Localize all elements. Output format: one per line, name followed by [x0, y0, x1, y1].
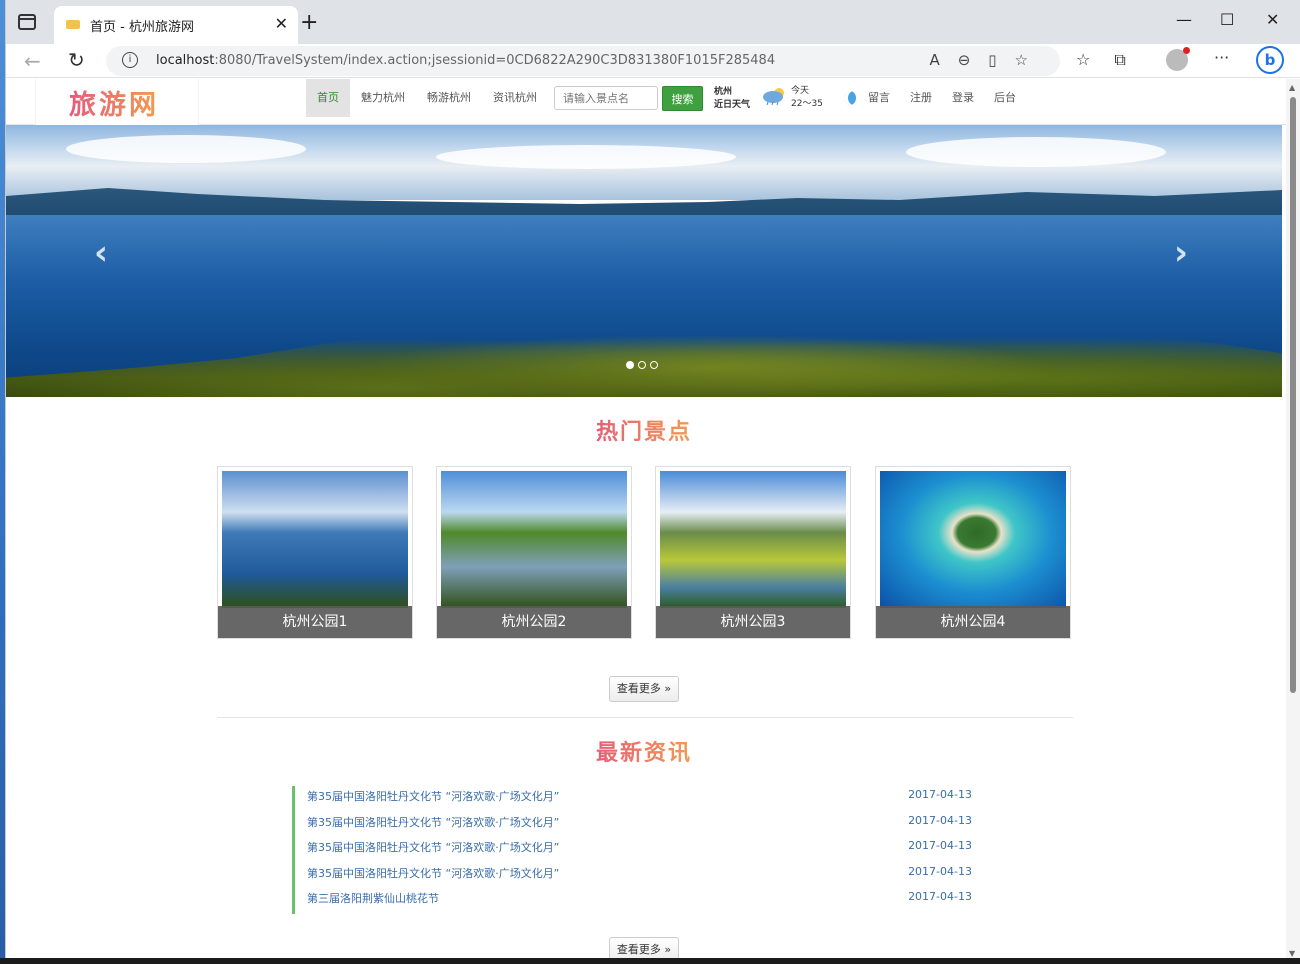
- hero-cloud: [436, 145, 736, 169]
- hero-cloud: [66, 135, 306, 163]
- news-item[interactable]: 第35届中国洛阳牡丹文化节 “河洛欢歌·广场文化月” 2017-04-13: [292, 786, 972, 812]
- hot-spots-title: 热门景点: [6, 414, 1282, 446]
- nav-item-register[interactable]: 注册: [900, 79, 942, 117]
- close-window-button[interactable]: ✕: [1266, 10, 1279, 29]
- nav-item-tour[interactable]: 畅游杭州: [416, 79, 482, 117]
- site-header: 旅游网 首页 魅力杭州 畅游杭州 资讯杭州 搜索 杭州近日天气 今天22～35 …: [6, 79, 1286, 125]
- carousel-prev-icon[interactable]: ‹: [94, 233, 108, 273]
- browser-window: 首页 - 杭州旅游网 ✕ + — ☐ ✕ ← ↻ i localhost:808…: [6, 0, 1300, 962]
- weather-cloud-icon: [763, 88, 784, 105]
- spot-image: [880, 471, 1066, 608]
- weather-city: 杭州 近日天气: [714, 87, 751, 110]
- spot-caption: 杭州公园2: [437, 606, 631, 638]
- nav-item-login[interactable]: 登录: [942, 79, 984, 117]
- news-title-link[interactable]: 第35届中国洛阳牡丹文化节 “河洛欢歌·广场文化月”: [307, 839, 559, 855]
- search-button[interactable]: 搜索: [662, 86, 703, 111]
- search-input[interactable]: [554, 86, 658, 110]
- main-nav: 首页 魅力杭州 畅游杭州 资讯杭州: [306, 79, 548, 117]
- bing-copilot-button[interactable]: b: [1256, 46, 1284, 74]
- news-title-link[interactable]: 第35届中国洛阳牡丹文化节 “河洛欢歌·广场文化月”: [307, 788, 559, 804]
- add-favorite-icon: ☆: [1014, 51, 1046, 69]
- minimize-button[interactable]: —: [1176, 10, 1192, 29]
- spot-card[interactable]: 杭州公园3: [655, 466, 851, 639]
- spot-card[interactable]: 杭州公园1: [217, 466, 413, 639]
- hero-cloud: [906, 137, 1166, 167]
- moon-icon: [844, 91, 856, 105]
- zoom-out-icon: ⊖: [957, 51, 989, 69]
- favicon-icon: [66, 20, 80, 29]
- more-menu-button[interactable]: ···: [1214, 48, 1229, 67]
- weather-today: 今天 22～35: [791, 86, 823, 109]
- section-divider: [217, 717, 1073, 718]
- hot-more-button[interactable]: 查看更多 »: [609, 676, 679, 702]
- back-button[interactable]: ←: [24, 49, 41, 73]
- spot-caption: 杭州公园3: [656, 606, 850, 638]
- news-title-link[interactable]: 第三届洛阳荆紫仙山桃花节: [307, 890, 439, 906]
- news-item[interactable]: 第35届中国洛阳牡丹文化节 “河洛欢歌·广场文化月” 2017-04-13: [292, 862, 972, 888]
- news-date: 2017-04-13: [908, 864, 972, 878]
- page-scrollbar[interactable]: ▲ ▼: [1286, 79, 1300, 962]
- new-tab-button[interactable]: +: [300, 10, 318, 35]
- carousel-dot[interactable]: [626, 361, 634, 369]
- spot-image: [441, 471, 627, 608]
- scroll-down-icon[interactable]: ▼: [1289, 949, 1295, 958]
- news-item[interactable]: 第三届洛阳荆紫仙山桃花节 2017-04-13: [292, 888, 972, 914]
- split-screen-icon: ▯: [988, 51, 1015, 69]
- site-logo[interactable]: 旅游网: [36, 79, 198, 125]
- spot-caption: 杭州公园1: [218, 606, 412, 638]
- hot-spots-grid: 杭州公园1 杭州公园2 杭州公园3 杭州公园4: [217, 466, 1073, 639]
- collections-icon: ⧉: [1114, 50, 1150, 69]
- nav-item-charm[interactable]: 魅力杭州: [350, 79, 416, 117]
- news-date: 2017-04-13: [908, 788, 972, 801]
- nav-item-news[interactable]: 资讯杭州: [482, 79, 548, 117]
- profile-avatar[interactable]: [1166, 47, 1190, 71]
- carousel-dots: [626, 361, 658, 369]
- news-item[interactable]: 第35届中国洛阳牡丹文化节 “河洛欢歌·广场文化月” 2017-04-13: [292, 811, 972, 837]
- scrollbar-thumb[interactable]: [1290, 97, 1296, 693]
- scroll-up-icon[interactable]: ▲: [1289, 83, 1295, 92]
- news-date: 2017-04-13: [908, 839, 972, 852]
- tab-close-icon[interactable]: ✕: [275, 14, 288, 33]
- toolbar-icons[interactable]: ☆⧉: [1076, 50, 1150, 70]
- title-bar: 首页 - 杭州旅游网 ✕ + — ☐ ✕: [6, 0, 1300, 44]
- nav-item-message[interactable]: 留言: [858, 79, 900, 117]
- news-title-link[interactable]: 第35届中国洛阳牡丹文化节 “河洛欢歌·广场文化月”: [307, 865, 559, 881]
- url-field[interactable]: i localhost:8080/TravelSystem/index.acti…: [106, 46, 1060, 76]
- nav-item-home[interactable]: 首页: [306, 79, 350, 117]
- nav-item-admin[interactable]: 后台: [984, 79, 1026, 117]
- address-bar: ← ↻ i localhost:8080/TravelSystem/index.…: [6, 44, 1300, 78]
- taskbar-edge: [0, 958, 1300, 964]
- news-title: 最新资讯: [6, 735, 1282, 767]
- news-item[interactable]: 第35届中国洛阳牡丹文化节 “河洛欢歌·广场文化月” 2017-04-13: [292, 837, 972, 863]
- browser-tab[interactable]: 首页 - 杭州旅游网 ✕: [54, 6, 298, 44]
- carousel-dot[interactable]: [638, 361, 646, 369]
- user-nav: 留言 注册 登录 后台: [858, 79, 1026, 117]
- hero-carousel[interactable]: ‹ ›: [6, 125, 1282, 397]
- favorites-icon: ☆: [1076, 50, 1115, 69]
- spot-card[interactable]: 杭州公园2: [436, 466, 632, 639]
- carousel-dot[interactable]: [650, 361, 658, 369]
- logo-text: 旅游网: [69, 83, 159, 122]
- tab-actions-icon[interactable]: [18, 14, 36, 30]
- reload-button[interactable]: ↻: [68, 48, 85, 72]
- news-date: 2017-04-13: [908, 890, 972, 903]
- site-info-icon[interactable]: i: [122, 52, 138, 68]
- url-actions[interactable]: A⊖▯☆: [929, 51, 1046, 69]
- maximize-button[interactable]: ☐: [1220, 10, 1234, 29]
- spot-image: [660, 471, 846, 608]
- url-text[interactable]: localhost:8080/TravelSystem/index.action…: [156, 53, 775, 68]
- news-title-link[interactable]: 第35届中国洛阳牡丹文化节 “河洛欢歌·广场文化月”: [307, 814, 559, 830]
- carousel-next-icon[interactable]: ›: [1174, 233, 1188, 273]
- page-viewport: 旅游网 首页 魅力杭州 畅游杭州 资讯杭州 搜索 杭州近日天气 今天22～35 …: [6, 79, 1300, 962]
- news-date: 2017-04-13: [908, 813, 972, 827]
- spot-image: [222, 471, 408, 608]
- news-list: 第35届中国洛阳牡丹文化节 “河洛欢歌·广场文化月” 2017-04-13 第35…: [292, 786, 972, 914]
- read-aloud-icon: A: [929, 51, 958, 69]
- spot-card[interactable]: 杭州公园4: [875, 466, 1071, 639]
- tab-title: 首页 - 杭州旅游网: [90, 20, 194, 35]
- spot-caption: 杭州公园4: [876, 606, 1070, 638]
